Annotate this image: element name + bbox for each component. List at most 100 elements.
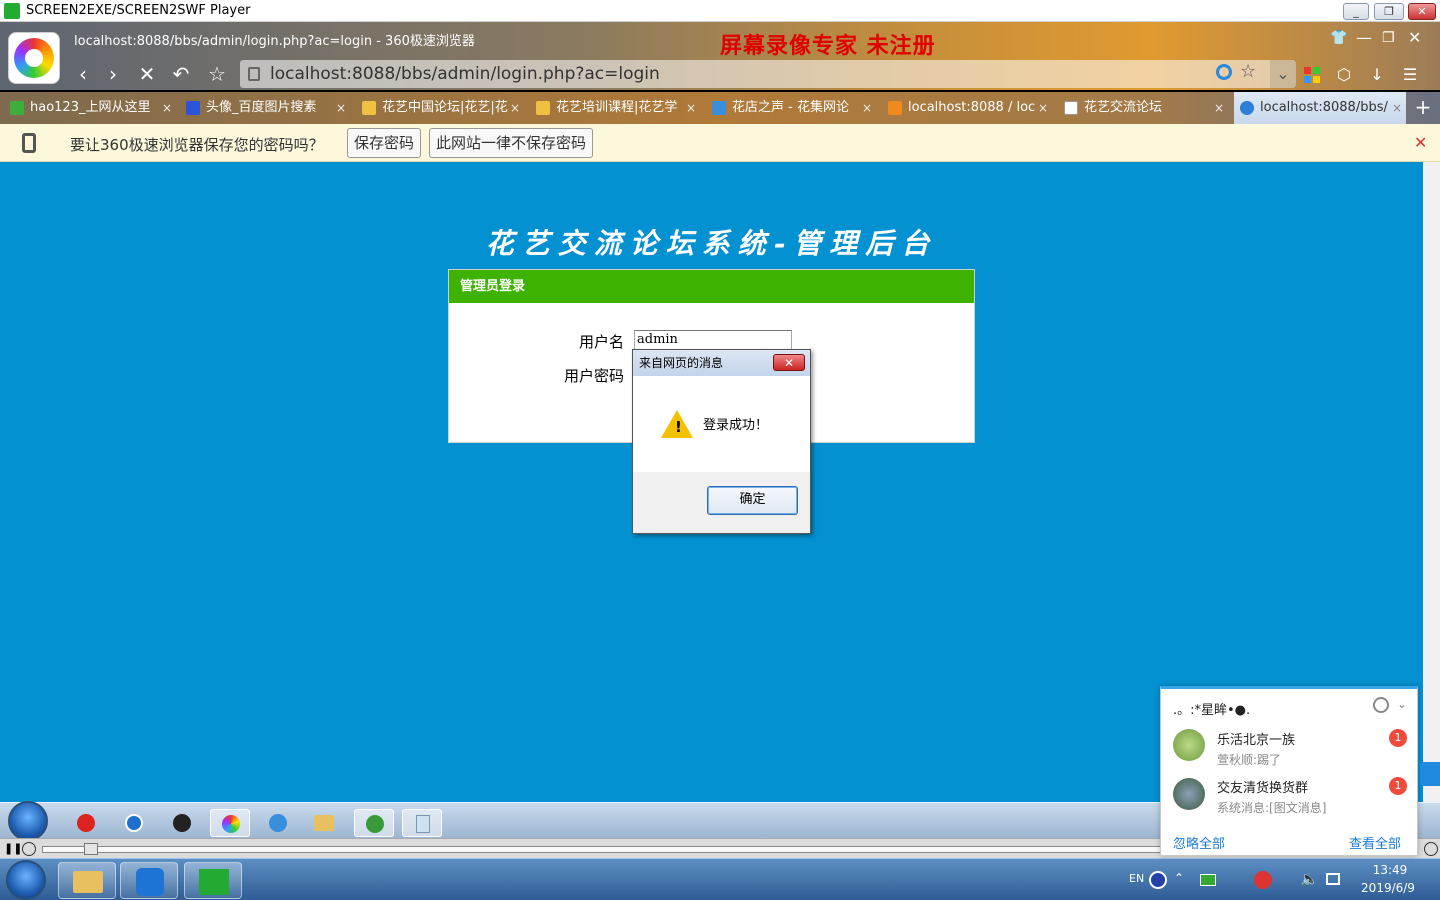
back-icon[interactable]: ‹	[70, 62, 96, 86]
tab-close-icon[interactable]: ×	[1038, 92, 1048, 124]
tab-flower-course[interactable]: 花艺培训课程|花艺学 ×	[530, 92, 700, 124]
tab-close-icon[interactable]: ×	[510, 92, 520, 124]
kugou-icon[interactable]	[114, 809, 154, 837]
tab-close-icon[interactable]: ×	[1392, 92, 1402, 124]
tab-bbs-admin-active[interactable]: localhost:8088/bbs/ ×	[1234, 92, 1406, 124]
tab-close-icon[interactable]: ×	[1214, 92, 1224, 124]
avatar[interactable]	[1173, 729, 1205, 761]
ok-button[interactable]: 确定	[707, 486, 798, 515]
seek-thumb[interactable]	[84, 843, 98, 855]
never-save-password-button[interactable]: 此网站一律不保存密码	[429, 128, 594, 158]
qq-nickname: .。:*星眸•●.	[1173, 703, 1251, 718]
explorer-folder-icon[interactable]	[304, 809, 344, 837]
green-app-icon[interactable]	[354, 809, 394, 837]
favorite-star-icon[interactable]: ☆	[204, 62, 230, 86]
tab-close-icon[interactable]: ×	[686, 92, 696, 124]
tab-favicon-icon	[10, 101, 24, 115]
address-bar[interactable]: localhost:8088/bbs/admin/login.php?ac=lo…	[240, 60, 1296, 88]
browser-close-button[interactable]: ✕	[1408, 28, 1421, 47]
player-titlebar: SCREEN2EXE/SCREEN2SWF Player _ ❐ ✕	[0, 0, 1440, 22]
qq-item-name[interactable]: 交友清货换货群	[1217, 777, 1308, 796]
pause-icon[interactable]: ❚❚	[4, 842, 22, 855]
tab-label: 头像_百度图片搜素	[206, 100, 317, 115]
clock-time[interactable]: 13:49	[1360, 863, 1420, 877]
menu-icon[interactable]: ☰	[1399, 64, 1421, 86]
alert-message: 登录成功！	[703, 418, 769, 433]
ie-icon[interactable]	[258, 809, 298, 837]
tab-favicon-icon	[888, 101, 902, 115]
unread-badge: 1	[1389, 729, 1407, 747]
player-title: SCREEN2EXE/SCREEN2SWF Player	[26, 3, 251, 18]
browser-minimize-button[interactable]: —	[1356, 28, 1372, 47]
tab-close-icon[interactable]: ×	[862, 92, 872, 124]
reload-icon[interactable]: ↶	[168, 62, 194, 86]
username-label: 用户名	[579, 333, 625, 351]
new-tab-button[interactable]: +	[1410, 92, 1436, 124]
tab-close-icon[interactable]: ×	[162, 92, 172, 124]
language-indicator[interactable]: EN	[1129, 872, 1144, 885]
ie-mode-icon[interactable]	[1216, 64, 1232, 80]
notepad-icon[interactable]	[402, 809, 442, 837]
tab-label: 花艺中国论坛|花艺|花	[382, 100, 508, 115]
tab-label: localhost:8088 / loc	[908, 100, 1036, 115]
qq-icon[interactable]	[162, 809, 202, 837]
player-close-button[interactable]: ✕	[1408, 3, 1436, 20]
player-maximize-button[interactable]: ❐	[1374, 3, 1404, 20]
qq-item-preview: 系统消息:[图文消息]	[1217, 801, 1327, 815]
address-dropdown-icon[interactable]: ⌄	[1270, 60, 1296, 88]
clock-date[interactable]: 2019/6/9	[1350, 881, 1426, 895]
unread-badge: 1	[1389, 777, 1407, 795]
player-minimize-button[interactable]: _	[1343, 3, 1369, 20]
start-button[interactable]	[6, 860, 46, 900]
tab-favicon-icon	[712, 101, 726, 115]
info-icon[interactable]	[1424, 842, 1438, 856]
taskbar: EN ⌃ 🔈 13:49 2019/6/9	[0, 858, 1440, 900]
skin-icon[interactable]: 👕	[1330, 30, 1347, 46]
volume-icon[interactable]: 🔈	[1300, 870, 1319, 888]
tray-red-app-icon[interactable]	[1254, 871, 1272, 889]
qq-item-name[interactable]: 乐活北京一族	[1217, 729, 1295, 748]
close-password-bar-icon[interactable]: ✕	[1414, 133, 1427, 152]
forward-icon[interactable]: ›	[100, 62, 126, 86]
tab-baidu-images[interactable]: 头像_百度图片搜素 ×	[180, 92, 350, 124]
tray-expand-icon[interactable]: ⌃	[1174, 871, 1184, 885]
recorded-start-button[interactable]	[8, 801, 48, 841]
tab-label: 花店之声 - 花集网论	[732, 100, 849, 115]
tab-phpmyadmin[interactable]: localhost:8088 / loc ×	[882, 92, 1052, 124]
warning-mark: !	[675, 418, 682, 436]
save-password-button[interactable]: 保存密码	[347, 128, 422, 158]
tab-close-icon[interactable]: ×	[336, 92, 346, 124]
video-app-icon[interactable]	[66, 809, 106, 837]
network-icon[interactable]	[1326, 873, 1340, 885]
stop-icon[interactable]: ✕	[134, 62, 160, 86]
download-icon[interactable]: ↓	[1366, 64, 1388, 86]
browser-logo-icon[interactable]	[8, 32, 60, 84]
tab-bbs-forum[interactable]: 花艺交流论坛 ×	[1058, 92, 1228, 124]
help-icon[interactable]	[1149, 871, 1167, 889]
qq-message-popup: .。:*星眸•●. ⌄ 乐活北京一族 萱秋顺:踢了 1 交友清货换货群 系统消息…	[1160, 686, 1418, 856]
360-browser-taskbar-icon[interactable]	[210, 809, 250, 837]
settings-icon[interactable]	[22, 842, 36, 856]
username-input[interactable]: admin	[634, 330, 792, 350]
tab-label: localhost:8088/bbs/	[1260, 100, 1388, 115]
tab-flower-shop[interactable]: 花店之声 - 花集网论 ×	[706, 92, 876, 124]
file-explorer-icon[interactable]	[58, 862, 116, 899]
bookmark-star-icon[interactable]: ☆	[1240, 61, 1256, 82]
ignore-all-link[interactable]: 忽略全部	[1173, 833, 1225, 852]
page-scrollbar[interactable]	[1423, 162, 1440, 802]
alert-close-button[interactable]: ✕	[773, 354, 805, 371]
password-save-bar: 要让360极速浏览器保存您的密码吗？ 保存密码 此网站一律不保存密码 ✕	[0, 124, 1440, 162]
screen-recorder-icon[interactable]	[184, 862, 242, 899]
tab-flower-forum[interactable]: 花艺中国论坛|花艺|花 ×	[356, 92, 524, 124]
browser-maximize-button[interactable]: ❐	[1382, 30, 1395, 46]
qq-side-tab-icon[interactable]	[1420, 762, 1440, 786]
apps-grid-icon[interactable]	[1301, 64, 1323, 86]
tab-hao123[interactable]: hao123_上网从这里 ×	[4, 92, 176, 124]
gear-icon[interactable]	[1373, 697, 1389, 713]
chevron-down-icon[interactable]: ⌄	[1397, 697, 1407, 711]
tray-app-icon[interactable]	[1200, 874, 1216, 886]
extension-icon[interactable]: ⬡	[1333, 64, 1355, 86]
avatar[interactable]	[1173, 778, 1205, 810]
view-all-link[interactable]: 查看全部	[1349, 833, 1401, 852]
teamviewer-icon[interactable]	[120, 862, 178, 899]
